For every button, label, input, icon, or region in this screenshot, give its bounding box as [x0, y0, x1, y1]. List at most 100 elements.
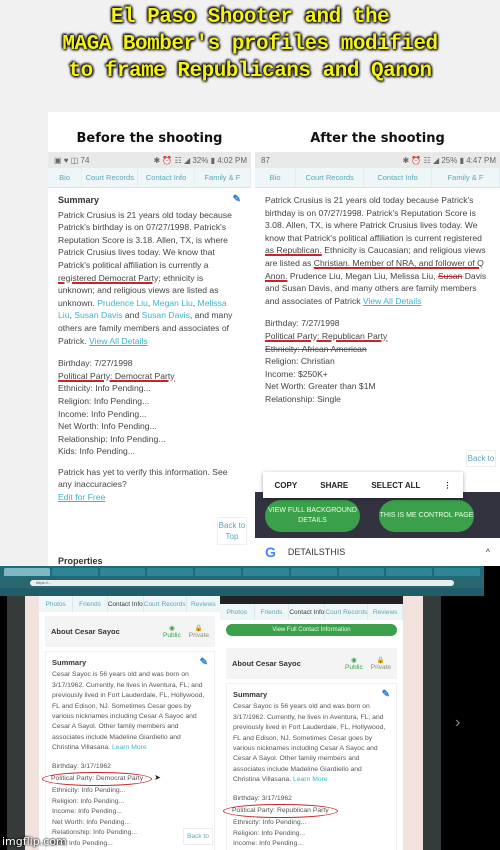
address-bar[interactable]: https://... — [0, 578, 484, 588]
profile-tabs: Photos Friends Contact Info Court Record… — [39, 596, 221, 612]
text-selection-menu: COPY SHARE SELECT ALL ⋮ — [263, 472, 463, 498]
relative-link[interactable]: Megan Liu — [153, 298, 193, 308]
meme-title-line: El Paso Shooter and the — [110, 6, 390, 29]
phone-status-bar: 87 ✱ ⏰ ☷ ◢ 25% ▮ 4:47 PM — [255, 152, 500, 168]
browser-tab[interactable] — [338, 568, 385, 576]
summary-header: Summary ✎ — [233, 689, 390, 700]
relative-link[interactable]: Susan Davis — [74, 310, 122, 320]
view-full-contact-button[interactable]: View Full Contact Information — [226, 624, 397, 636]
facts-list: Birthday: 3/17/1962 Political Party: Rep… — [223, 794, 390, 850]
private-option[interactable]: 🔒 Private — [189, 624, 209, 639]
tab-family[interactable]: Family & F — [195, 168, 251, 187]
chevron-right-icon[interactable]: › — [455, 714, 460, 732]
about-title: About Cesar Sayoc — [232, 659, 301, 668]
tab-friends[interactable]: Friends — [73, 596, 108, 612]
browser-tab[interactable] — [147, 568, 194, 576]
back-to-button[interactable]: Back to — [466, 450, 496, 467]
fact-political-party: Political Party: Republican Party — [265, 330, 388, 341]
summary-text: Cesar Sayoc is 56 years old and was born… — [52, 670, 208, 753]
share-menu-item[interactable]: SHARE — [320, 481, 348, 490]
tab-contact-info[interactable]: Contact Info — [364, 168, 433, 187]
fact-religion: Religion: Info Pending... — [58, 395, 150, 406]
learn-more-link[interactable]: Learn More — [112, 744, 147, 751]
browser-tab[interactable] — [195, 568, 241, 576]
browser-tab[interactable] — [99, 568, 146, 576]
browser-tab[interactable] — [242, 568, 289, 576]
summary-part: Patrick Crusius is 21 years old today be… — [58, 209, 232, 270]
after-screenshot: After the shooting 87 ✱ ⏰ ☷ ◢ 25% ▮ 4:47… — [255, 112, 500, 566]
profile-content: Summary ✎ Cesar Sayoc is 56 years old an… — [42, 651, 215, 850]
more-options-icon[interactable]: ⋮ — [443, 481, 451, 490]
fact-ethnicity: Ethnicity: Info Pending... — [58, 383, 151, 394]
view-all-details-link[interactable]: View All Details — [363, 296, 422, 306]
copy-menu-item[interactable]: COPY — [275, 481, 298, 490]
visibility-toggle[interactable]: ◉ Public 🔒 Private — [345, 656, 391, 671]
tab-reviews[interactable]: Reviews — [368, 604, 403, 620]
summary-label: Summary — [52, 658, 87, 667]
this-is-me-button[interactable]: THIS IS ME CONTROL PAGE — [379, 500, 474, 532]
tab-reviews[interactable]: Reviews — [187, 596, 221, 612]
expand-caret-icon[interactable]: ^ — [486, 547, 490, 557]
right-pink-margin — [403, 596, 423, 850]
tab-bio[interactable]: Bio — [48, 168, 83, 187]
tab-family[interactable]: Family & F — [432, 168, 500, 187]
fact-birthday: Birthday: 7/27/1998 — [265, 318, 340, 329]
back-to-top-button[interactable]: Back to Top — [217, 517, 247, 545]
tab-friends[interactable]: Friends — [255, 604, 290, 620]
fact-birthday: Birthday: 7/27/1998 — [58, 358, 133, 369]
tab-contact-info[interactable]: Contact Info — [138, 168, 195, 187]
private-label: Private — [370, 664, 391, 671]
fact-religion: Religion: Christian — [265, 356, 335, 367]
tab-court-records[interactable]: Court Records — [296, 168, 365, 187]
fact-ethnicity: Ethnicity: Info Pending... — [233, 819, 307, 827]
fact-religion: Religion: Info Pending... — [52, 797, 125, 805]
back-to-button[interactable]: Back to — [183, 828, 213, 845]
edit-pencil-icon[interactable]: ✎ — [200, 657, 208, 668]
learn-more-link[interactable]: Learn More — [293, 776, 328, 783]
globe-icon: ◉ — [351, 657, 357, 664]
lock-icon: 🔒 — [194, 625, 203, 632]
struck-text: Susan — [437, 270, 463, 281]
edit-for-free-link[interactable]: Edit for Free — [58, 491, 241, 504]
browser-tab[interactable] — [290, 568, 337, 576]
google-logo-icon: G — [265, 544, 276, 560]
summary-header: Summary ✎ — [52, 657, 208, 668]
fact-political-party: Political Party: Republican Party — [223, 804, 390, 819]
edit-pencil-icon[interactable]: ✎ — [382, 689, 390, 700]
tab-court-records[interactable]: Court Records — [144, 596, 187, 612]
public-option[interactable]: ◉ Public — [345, 656, 363, 671]
address-field[interactable]: https://... — [30, 580, 454, 586]
browser-page: Photos Friends Contact Info Court Record… — [0, 596, 500, 850]
tab-contact-info[interactable]: Contact Info — [289, 604, 326, 620]
view-all-details-link[interactable]: View All Details — [89, 336, 148, 346]
browser-tab[interactable] — [4, 568, 50, 576]
summary-text: Patrick Crusius is 21 years old today be… — [265, 194, 490, 307]
private-label: Private — [188, 632, 209, 639]
browser-tab[interactable] — [434, 568, 480, 576]
tab-contact-info[interactable]: Contact Info — [108, 596, 144, 612]
tab-court-records[interactable]: Court Records — [325, 604, 369, 620]
tab-bio[interactable]: Bio — [255, 168, 297, 187]
google-search-bar[interactable]: G DETAILSTHIS ^ — [255, 538, 500, 566]
fact-income: Income: Info Pending... — [52, 808, 122, 816]
public-option[interactable]: ◉ Public — [163, 624, 181, 639]
edit-pencil-icon[interactable]: ✎ — [233, 194, 241, 207]
tab-photos[interactable]: Photos — [220, 604, 255, 620]
tab-photos[interactable]: Photos — [39, 596, 74, 612]
browser-tab[interactable] — [51, 568, 98, 576]
browser-tab[interactable] — [386, 568, 433, 576]
crusius-comparison-panel: Before the shooting ▣ ♥ ◫ 74 ✱ ⏰ ☷ ◢ 32%… — [48, 112, 500, 566]
properties-heading: Properties — [58, 556, 103, 566]
globe-icon: ◉ — [169, 625, 175, 632]
tab-court-records[interactable]: Court Records — [82, 168, 139, 187]
select-all-menu-item[interactable]: SELECT ALL — [371, 481, 420, 490]
sayoc-before-profile: Photos Friends Contact Info Court Record… — [39, 596, 221, 850]
private-option[interactable]: 🔒 Private — [371, 656, 391, 671]
mouse-cursor-icon: ➤ — [154, 773, 161, 783]
status-icons-left: ▣ ♥ ◫ 74 — [54, 155, 90, 165]
before-heading: Before the shooting — [76, 130, 223, 146]
relative-link[interactable]: Susan Davis — [142, 310, 190, 320]
view-full-background-button[interactable]: VIEW FULL BACKGROUND DETAILS — [265, 500, 360, 532]
relative-link[interactable]: Prudence Liu — [97, 298, 148, 308]
visibility-toggle[interactable]: ◉ Public 🔒 Private — [163, 624, 209, 639]
